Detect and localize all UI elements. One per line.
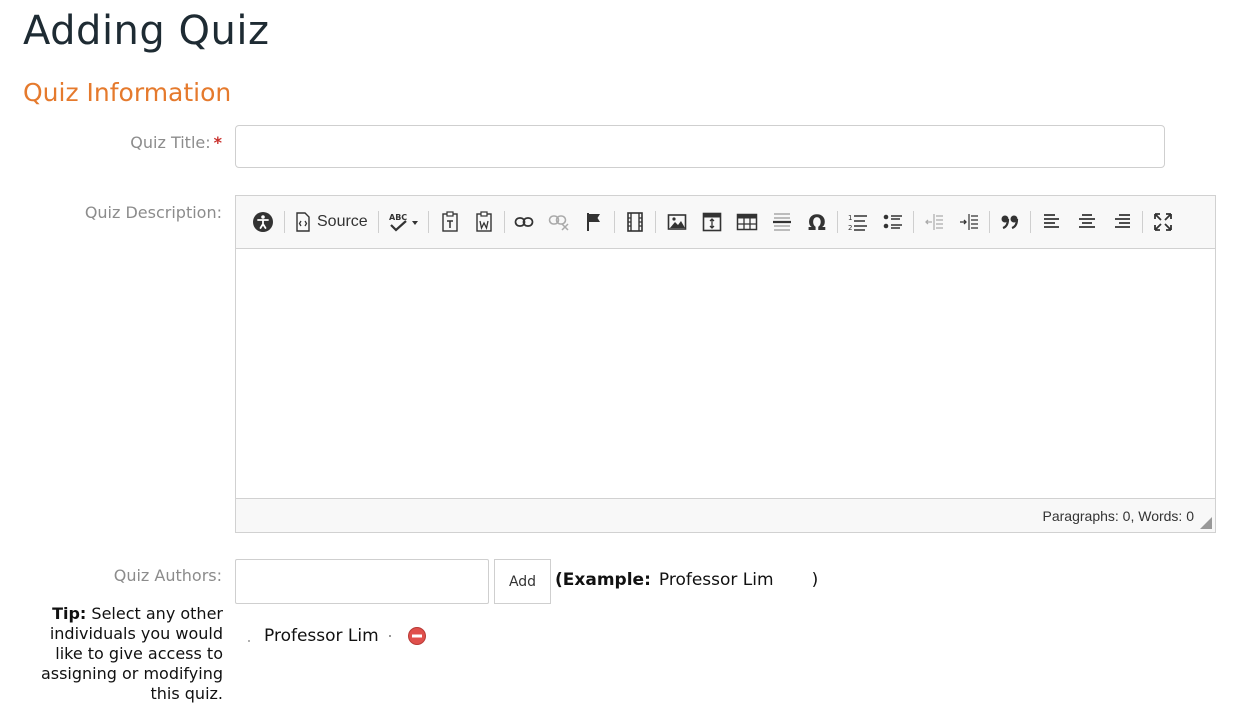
remove-author-icon[interactable] [407, 627, 426, 645]
source-icon [296, 212, 310, 232]
toolbar-separator [378, 211, 379, 233]
video-icon[interactable] [625, 210, 645, 234]
quiz-title-input[interactable] [235, 125, 1165, 168]
section-title: Quiz Information [23, 78, 232, 107]
image-icon[interactable] [666, 210, 688, 234]
toolbar-separator [504, 211, 505, 233]
link-icon[interactable] [513, 210, 535, 234]
author-name-input[interactable] [235, 559, 489, 604]
maximize-icon[interactable] [1153, 210, 1173, 234]
toolbar-separator [1030, 211, 1031, 233]
toolbar-separator [989, 211, 990, 233]
quiz-title-label-text: Quiz Title: [130, 133, 211, 152]
required-mark: * [213, 133, 222, 152]
word-count: Paragraphs: 0, Words: 0 [1042, 508, 1194, 524]
list-bullet [388, 635, 391, 637]
unlink-icon[interactable] [548, 210, 570, 234]
paste-text-icon[interactable] [439, 210, 461, 234]
special-char-icon[interactable]: Ω [806, 210, 828, 234]
example-open-paren: ( [555, 570, 563, 590]
example-label: Example: [562, 570, 651, 590]
add-author-button[interactable]: Add [494, 559, 551, 604]
author-list-item: Professor Lim [248, 626, 426, 646]
editor-statusbar: Paragraphs: 0, Words: 0 [236, 498, 1215, 532]
align-left-icon[interactable] [1042, 210, 1062, 234]
table-icon[interactable] [736, 210, 758, 234]
toolbar-separator [1142, 211, 1143, 233]
author-name: Professor Lim [264, 626, 379, 646]
source-label: Source [317, 213, 368, 230]
numbered-list-icon[interactable]: 12 [848, 210, 868, 234]
align-center-icon[interactable] [1077, 210, 1097, 234]
quiz-title-label: Quiz Title: * [130, 133, 222, 152]
toolbar-separator [655, 211, 656, 233]
authors-tip: Tip: Select any other individuals you wo… [23, 604, 223, 704]
toolbar-separator [913, 211, 914, 233]
toolbar-separator [837, 211, 838, 233]
paste-word-icon[interactable] [473, 210, 495, 234]
accessibility-icon[interactable] [252, 210, 274, 234]
spellcheck-icon[interactable]: ABC [388, 210, 420, 234]
list-bullet [248, 640, 250, 642]
svg-text:2: 2 [848, 224, 852, 232]
rich-text-editor: Source ABC Ω 1 2 Paragraphs: 0, Words: 0 [235, 195, 1216, 533]
anchor-flag-icon[interactable] [584, 210, 604, 234]
author-example: (Example: Professor Lim) [555, 570, 818, 590]
svg-text:ABC: ABC [389, 213, 407, 222]
indent-icon[interactable] [959, 210, 979, 234]
quiz-authors-label: Quiz Authors: [113, 566, 222, 585]
editor-content-area[interactable] [236, 249, 1215, 498]
outdent-icon[interactable] [924, 210, 944, 234]
quiz-description-label: Quiz Description: [84, 203, 222, 222]
template-icon[interactable] [701, 210, 723, 234]
tip-label: Tip: [52, 604, 87, 623]
resize-handle-icon[interactable] [1200, 517, 1212, 529]
horizontal-rule-icon[interactable] [772, 210, 792, 234]
svg-text:Ω: Ω [808, 212, 826, 232]
svg-text:1: 1 [848, 214, 852, 222]
editor-toolbar: Source ABC Ω 1 2 [236, 196, 1215, 249]
page-title: Adding Quiz [23, 8, 270, 54]
toolbar-separator [284, 211, 285, 233]
align-right-icon[interactable] [1112, 210, 1132, 234]
toolbar-separator [614, 211, 615, 233]
toolbar-separator [428, 211, 429, 233]
blockquote-icon[interactable] [999, 210, 1021, 234]
example-close-paren: ) [811, 570, 819, 590]
source-button[interactable]: Source [295, 210, 370, 234]
example-name: Professor Lim [658, 570, 774, 590]
bulleted-list-icon[interactable] [883, 210, 903, 234]
